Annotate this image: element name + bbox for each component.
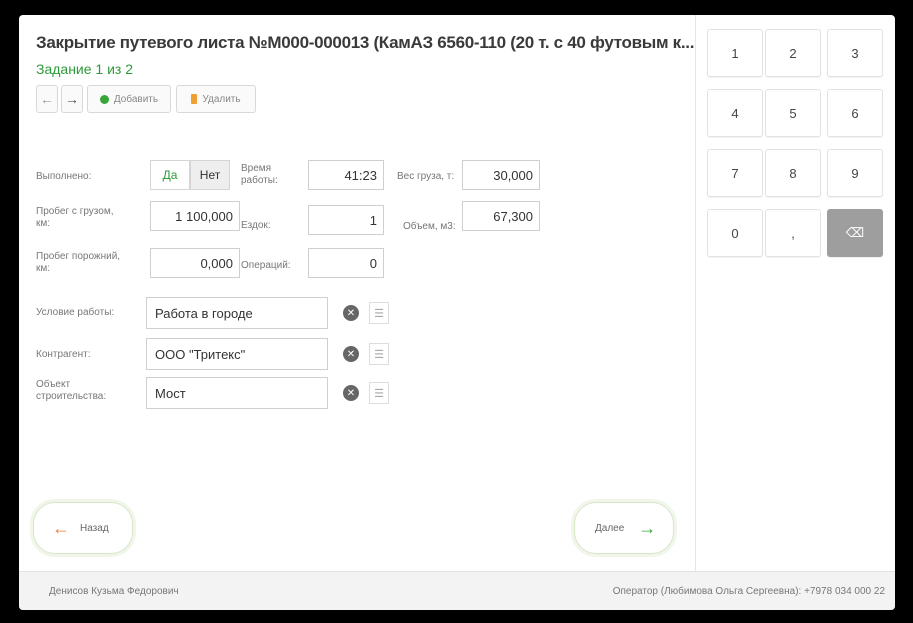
clear-construction-object-button[interactable]: ✕ — [343, 385, 359, 401]
work-time-label: Время работы: — [241, 163, 278, 186]
trips-field[interactable]: 1 — [308, 205, 384, 235]
task-counter: Задание 1 из 2 — [36, 61, 134, 77]
cargo-weight-field[interactable]: 30,000 — [462, 160, 540, 190]
cargo-weight-label: Вес груза, т: — [397, 171, 455, 182]
select-counterparty-button[interactable]: ☰ — [369, 343, 389, 365]
next-button[interactable]: Далее → — [574, 502, 674, 554]
list-icon: ☰ — [374, 348, 384, 361]
construction-object-label: Объект строительства: — [36, 379, 107, 402]
work-condition-label: Условие работы: — [36, 307, 115, 318]
close-icon: ✕ — [346, 307, 356, 319]
operations-label: Операций: — [241, 260, 291, 271]
select-construction-object-button[interactable]: ☰ — [369, 382, 389, 404]
key-8[interactable]: 8 — [765, 149, 821, 197]
key-6[interactable]: 6 — [827, 89, 883, 137]
empty-mileage-label: Пробег порожний, км: — [36, 251, 121, 274]
waybill-close-window: Закрытие путевого листа №М000-000013 (Ка… — [19, 15, 895, 610]
arrow-left-icon: ← — [40, 91, 54, 107]
work-time-field[interactable]: 41:23 — [308, 160, 384, 190]
volume-label: Объем, м3: — [403, 221, 456, 232]
next-task-button[interactable]: → — [61, 85, 83, 113]
clear-work-condition-button[interactable]: ✕ — [343, 305, 359, 321]
add-button[interactable]: Добавить — [87, 85, 171, 113]
key-1[interactable]: 1 — [707, 29, 763, 77]
next-button-label: Далее — [595, 522, 625, 534]
loaded-mileage-label: Пробег с грузом, км: — [36, 206, 114, 229]
key-comma[interactable]: , — [765, 209, 821, 257]
delete-button[interactable]: Удалить — [176, 85, 256, 113]
construction-object-field[interactable]: Мост — [146, 377, 328, 409]
close-icon: ✕ — [346, 348, 356, 360]
no-toggle[interactable]: Нет — [190, 160, 230, 190]
trash-icon — [191, 94, 198, 104]
trips-label: Ездок: — [241, 220, 271, 231]
yes-toggle[interactable]: Да — [150, 160, 190, 190]
work-condition-field[interactable]: Работа в городе — [146, 297, 328, 329]
key-7[interactable]: 7 — [707, 149, 763, 197]
backspace-key[interactable]: ⌫ — [827, 209, 883, 257]
key-3[interactable]: 3 — [827, 29, 883, 77]
key-9[interactable]: 9 — [827, 149, 883, 197]
close-icon: ✕ — [346, 387, 356, 399]
add-button-label: Добавить — [113, 93, 159, 105]
done-label: Выполнено: — [36, 171, 92, 182]
key-0[interactable]: 0 — [707, 209, 763, 257]
backspace-icon: ⌫ — [845, 225, 865, 240]
back-button-label: Назад — [80, 522, 109, 534]
counterparty-field[interactable]: ООО "Тритекс" — [146, 338, 328, 370]
list-icon: ☰ — [374, 387, 384, 400]
clear-counterparty-button[interactable]: ✕ — [343, 346, 359, 362]
counterparty-label: Контрагент: — [36, 349, 91, 360]
key-5[interactable]: 5 — [765, 89, 821, 137]
list-icon: ☰ — [374, 307, 384, 320]
operator-info: Оператор (Любимова Ольга Сергеевна): +79… — [612, 586, 885, 597]
driver-name: Денисов Кузьма Федорович — [49, 586, 179, 597]
keypad-divider — [695, 15, 696, 571]
select-work-condition-button[interactable]: ☰ — [369, 302, 389, 324]
prev-task-button[interactable]: ← — [36, 85, 58, 113]
operations-field[interactable]: 0 — [308, 248, 384, 278]
back-button[interactable]: ← Назад — [33, 502, 133, 554]
arrow-left-icon: ← — [52, 517, 70, 538]
key-4[interactable]: 4 — [707, 89, 763, 137]
arrow-right-icon: → — [65, 91, 79, 107]
volume-field[interactable]: 67,300 — [462, 201, 540, 231]
loaded-mileage-field[interactable]: 1 100,000 — [150, 201, 240, 231]
key-2[interactable]: 2 — [765, 29, 821, 77]
arrow-right-icon: → — [638, 517, 657, 538]
delete-button-label: Удалить — [202, 93, 241, 105]
status-bar: Денисов Кузьма Федорович Оператор (Любим… — [19, 571, 895, 610]
empty-mileage-field[interactable]: 0,000 — [150, 248, 240, 278]
page-title: Закрытие путевого листа №М000-000013 (Ка… — [36, 33, 695, 52]
plus-circle-icon — [99, 94, 109, 104]
